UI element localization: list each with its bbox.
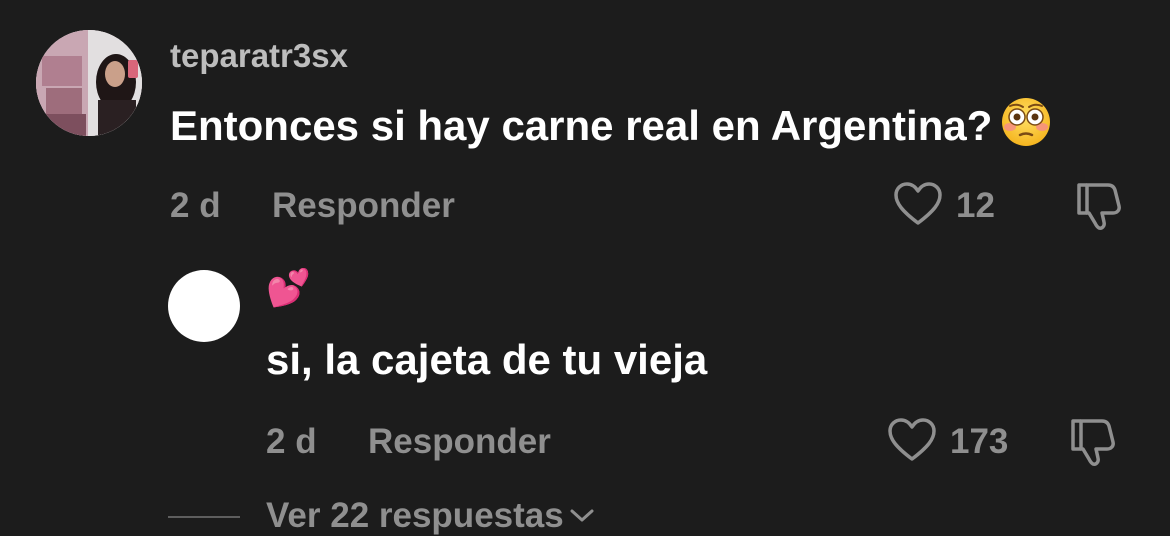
heart-icon[interactable] — [886, 416, 938, 464]
dislike-icon[interactable] — [1072, 180, 1124, 232]
user-avatar[interactable] — [36, 30, 142, 136]
comment-timestamp: 2 d — [170, 186, 221, 225]
reply-reply-button[interactable]: Responder — [368, 422, 551, 462]
comment-reply-button[interactable]: Responder — [272, 186, 455, 226]
comment-text: Entonces si hay carne real en Argentina? — [170, 96, 1052, 152]
chevron-down-icon — [570, 509, 594, 522]
reply-timestamp: 2 d — [266, 422, 317, 461]
view-replies-button[interactable]: Ver 22 respuestas — [266, 496, 596, 536]
reply-user-avatar[interactable] — [168, 270, 240, 342]
dislike-icon[interactable] — [1066, 416, 1118, 468]
reply-username[interactable]: 💕 — [266, 266, 311, 310]
replies-divider — [168, 516, 240, 518]
reply-text: si, la cajeta de tu vieja — [266, 336, 708, 383]
heart-icon[interactable] — [892, 180, 944, 228]
flushed-face-emoji-icon — [1002, 98, 1051, 146]
comment-text-content: Entonces si hay carne real en Argentina? — [170, 102, 993, 149]
comment-username[interactable]: teparatr3sx — [170, 36, 348, 76]
avatar-photo — [36, 30, 142, 136]
reply-like-count: 173 — [950, 422, 1009, 461]
view-replies-label: Ver 22 respuestas — [266, 496, 564, 535]
comment-like-count: 12 — [956, 186, 995, 225]
